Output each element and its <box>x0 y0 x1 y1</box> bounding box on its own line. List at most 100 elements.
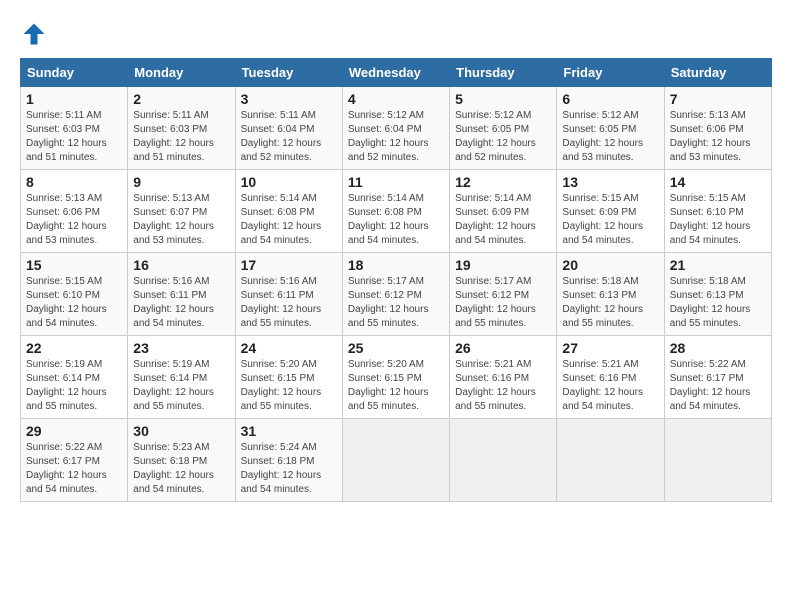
day-number: 22 <box>26 340 122 356</box>
day-number: 9 <box>133 174 229 190</box>
day-number: 10 <box>241 174 337 190</box>
day-number: 5 <box>455 91 551 107</box>
day-info: Sunrise: 5:11 AMSunset: 6:03 PMDaylight:… <box>133 110 214 163</box>
day-cell-2: 2 Sunrise: 5:11 AMSunset: 6:03 PMDayligh… <box>128 87 235 170</box>
empty-cell <box>664 419 771 502</box>
logo <box>20 20 52 48</box>
day-cell-9: 9 Sunrise: 5:13 AMSunset: 6:07 PMDayligh… <box>128 170 235 253</box>
empty-cell <box>342 419 449 502</box>
day-cell-24: 24 Sunrise: 5:20 AMSunset: 6:15 PMDaylig… <box>235 336 342 419</box>
day-number: 16 <box>133 257 229 273</box>
day-cell-1: 1 Sunrise: 5:11 AMSunset: 6:03 PMDayligh… <box>21 87 128 170</box>
day-cell-28: 28 Sunrise: 5:22 AMSunset: 6:17 PMDaylig… <box>664 336 771 419</box>
day-number: 21 <box>670 257 766 273</box>
day-number: 26 <box>455 340 551 356</box>
column-header-wednesday: Wednesday <box>342 59 449 87</box>
day-cell-13: 13 Sunrise: 5:15 AMSunset: 6:09 PMDaylig… <box>557 170 664 253</box>
calendar-table: SundayMondayTuesdayWednesdayThursdayFrid… <box>20 58 772 502</box>
day-number: 3 <box>241 91 337 107</box>
day-number: 4 <box>348 91 444 107</box>
day-cell-16: 16 Sunrise: 5:16 AMSunset: 6:11 PMDaylig… <box>128 253 235 336</box>
day-cell-31: 31 Sunrise: 5:24 AMSunset: 6:18 PMDaylig… <box>235 419 342 502</box>
day-cell-21: 21 Sunrise: 5:18 AMSunset: 6:13 PMDaylig… <box>664 253 771 336</box>
calendar-header: SundayMondayTuesdayWednesdayThursdayFrid… <box>21 59 772 87</box>
day-number: 23 <box>133 340 229 356</box>
day-info: Sunrise: 5:18 AMSunset: 6:13 PMDaylight:… <box>562 276 643 329</box>
day-number: 14 <box>670 174 766 190</box>
day-cell-19: 19 Sunrise: 5:17 AMSunset: 6:12 PMDaylig… <box>450 253 557 336</box>
day-cell-5: 5 Sunrise: 5:12 AMSunset: 6:05 PMDayligh… <box>450 87 557 170</box>
week-row-4: 22 Sunrise: 5:19 AMSunset: 6:14 PMDaylig… <box>21 336 772 419</box>
day-info: Sunrise: 5:19 AMSunset: 6:14 PMDaylight:… <box>133 359 214 412</box>
day-number: 8 <box>26 174 122 190</box>
day-cell-18: 18 Sunrise: 5:17 AMSunset: 6:12 PMDaylig… <box>342 253 449 336</box>
empty-cell <box>557 419 664 502</box>
week-row-1: 1 Sunrise: 5:11 AMSunset: 6:03 PMDayligh… <box>21 87 772 170</box>
day-cell-25: 25 Sunrise: 5:20 AMSunset: 6:15 PMDaylig… <box>342 336 449 419</box>
day-cell-15: 15 Sunrise: 5:15 AMSunset: 6:10 PMDaylig… <box>21 253 128 336</box>
day-info: Sunrise: 5:20 AMSunset: 6:15 PMDaylight:… <box>348 359 429 412</box>
day-number: 17 <box>241 257 337 273</box>
day-info: Sunrise: 5:24 AMSunset: 6:18 PMDaylight:… <box>241 442 322 495</box>
day-info: Sunrise: 5:18 AMSunset: 6:13 PMDaylight:… <box>670 276 751 329</box>
day-info: Sunrise: 5:13 AMSunset: 6:07 PMDaylight:… <box>133 193 214 246</box>
day-info: Sunrise: 5:14 AMSunset: 6:09 PMDaylight:… <box>455 193 536 246</box>
day-info: Sunrise: 5:14 AMSunset: 6:08 PMDaylight:… <box>348 193 429 246</box>
day-info: Sunrise: 5:19 AMSunset: 6:14 PMDaylight:… <box>26 359 107 412</box>
day-cell-23: 23 Sunrise: 5:19 AMSunset: 6:14 PMDaylig… <box>128 336 235 419</box>
column-header-thursday: Thursday <box>450 59 557 87</box>
day-number: 24 <box>241 340 337 356</box>
day-info: Sunrise: 5:12 AMSunset: 6:04 PMDaylight:… <box>348 110 429 163</box>
day-number: 30 <box>133 423 229 439</box>
day-number: 12 <box>455 174 551 190</box>
day-cell-7: 7 Sunrise: 5:13 AMSunset: 6:06 PMDayligh… <box>664 87 771 170</box>
day-cell-6: 6 Sunrise: 5:12 AMSunset: 6:05 PMDayligh… <box>557 87 664 170</box>
day-info: Sunrise: 5:21 AMSunset: 6:16 PMDaylight:… <box>562 359 643 412</box>
day-info: Sunrise: 5:11 AMSunset: 6:03 PMDaylight:… <box>26 110 107 163</box>
day-number: 15 <box>26 257 122 273</box>
day-cell-30: 30 Sunrise: 5:23 AMSunset: 6:18 PMDaylig… <box>128 419 235 502</box>
day-number: 25 <box>348 340 444 356</box>
day-number: 29 <box>26 423 122 439</box>
logo-icon <box>20 20 48 48</box>
day-number: 13 <box>562 174 658 190</box>
day-number: 20 <box>562 257 658 273</box>
day-cell-10: 10 Sunrise: 5:14 AMSunset: 6:08 PMDaylig… <box>235 170 342 253</box>
day-cell-4: 4 Sunrise: 5:12 AMSunset: 6:04 PMDayligh… <box>342 87 449 170</box>
day-info: Sunrise: 5:22 AMSunset: 6:17 PMDaylight:… <box>670 359 751 412</box>
day-info: Sunrise: 5:12 AMSunset: 6:05 PMDaylight:… <box>455 110 536 163</box>
day-cell-22: 22 Sunrise: 5:19 AMSunset: 6:14 PMDaylig… <box>21 336 128 419</box>
day-number: 6 <box>562 91 658 107</box>
day-cell-8: 8 Sunrise: 5:13 AMSunset: 6:06 PMDayligh… <box>21 170 128 253</box>
week-row-5: 29 Sunrise: 5:22 AMSunset: 6:17 PMDaylig… <box>21 419 772 502</box>
day-number: 19 <box>455 257 551 273</box>
day-info: Sunrise: 5:15 AMSunset: 6:09 PMDaylight:… <box>562 193 643 246</box>
day-info: Sunrise: 5:14 AMSunset: 6:08 PMDaylight:… <box>241 193 322 246</box>
column-header-saturday: Saturday <box>664 59 771 87</box>
day-info: Sunrise: 5:16 AMSunset: 6:11 PMDaylight:… <box>133 276 214 329</box>
day-info: Sunrise: 5:15 AMSunset: 6:10 PMDaylight:… <box>26 276 107 329</box>
day-cell-26: 26 Sunrise: 5:21 AMSunset: 6:16 PMDaylig… <box>450 336 557 419</box>
day-number: 1 <box>26 91 122 107</box>
week-row-2: 8 Sunrise: 5:13 AMSunset: 6:06 PMDayligh… <box>21 170 772 253</box>
day-cell-14: 14 Sunrise: 5:15 AMSunset: 6:10 PMDaylig… <box>664 170 771 253</box>
empty-cell <box>450 419 557 502</box>
day-number: 2 <box>133 91 229 107</box>
day-info: Sunrise: 5:16 AMSunset: 6:11 PMDaylight:… <box>241 276 322 329</box>
day-number: 18 <box>348 257 444 273</box>
column-header-sunday: Sunday <box>21 59 128 87</box>
day-info: Sunrise: 5:17 AMSunset: 6:12 PMDaylight:… <box>455 276 536 329</box>
day-info: Sunrise: 5:12 AMSunset: 6:05 PMDaylight:… <box>562 110 643 163</box>
day-cell-29: 29 Sunrise: 5:22 AMSunset: 6:17 PMDaylig… <box>21 419 128 502</box>
day-number: 11 <box>348 174 444 190</box>
day-info: Sunrise: 5:23 AMSunset: 6:18 PMDaylight:… <box>133 442 214 495</box>
day-info: Sunrise: 5:21 AMSunset: 6:16 PMDaylight:… <box>455 359 536 412</box>
header <box>20 20 772 48</box>
day-cell-3: 3 Sunrise: 5:11 AMSunset: 6:04 PMDayligh… <box>235 87 342 170</box>
day-cell-27: 27 Sunrise: 5:21 AMSunset: 6:16 PMDaylig… <box>557 336 664 419</box>
column-header-tuesday: Tuesday <box>235 59 342 87</box>
day-info: Sunrise: 5:13 AMSunset: 6:06 PMDaylight:… <box>26 193 107 246</box>
column-header-monday: Monday <box>128 59 235 87</box>
day-cell-11: 11 Sunrise: 5:14 AMSunset: 6:08 PMDaylig… <box>342 170 449 253</box>
day-info: Sunrise: 5:20 AMSunset: 6:15 PMDaylight:… <box>241 359 322 412</box>
